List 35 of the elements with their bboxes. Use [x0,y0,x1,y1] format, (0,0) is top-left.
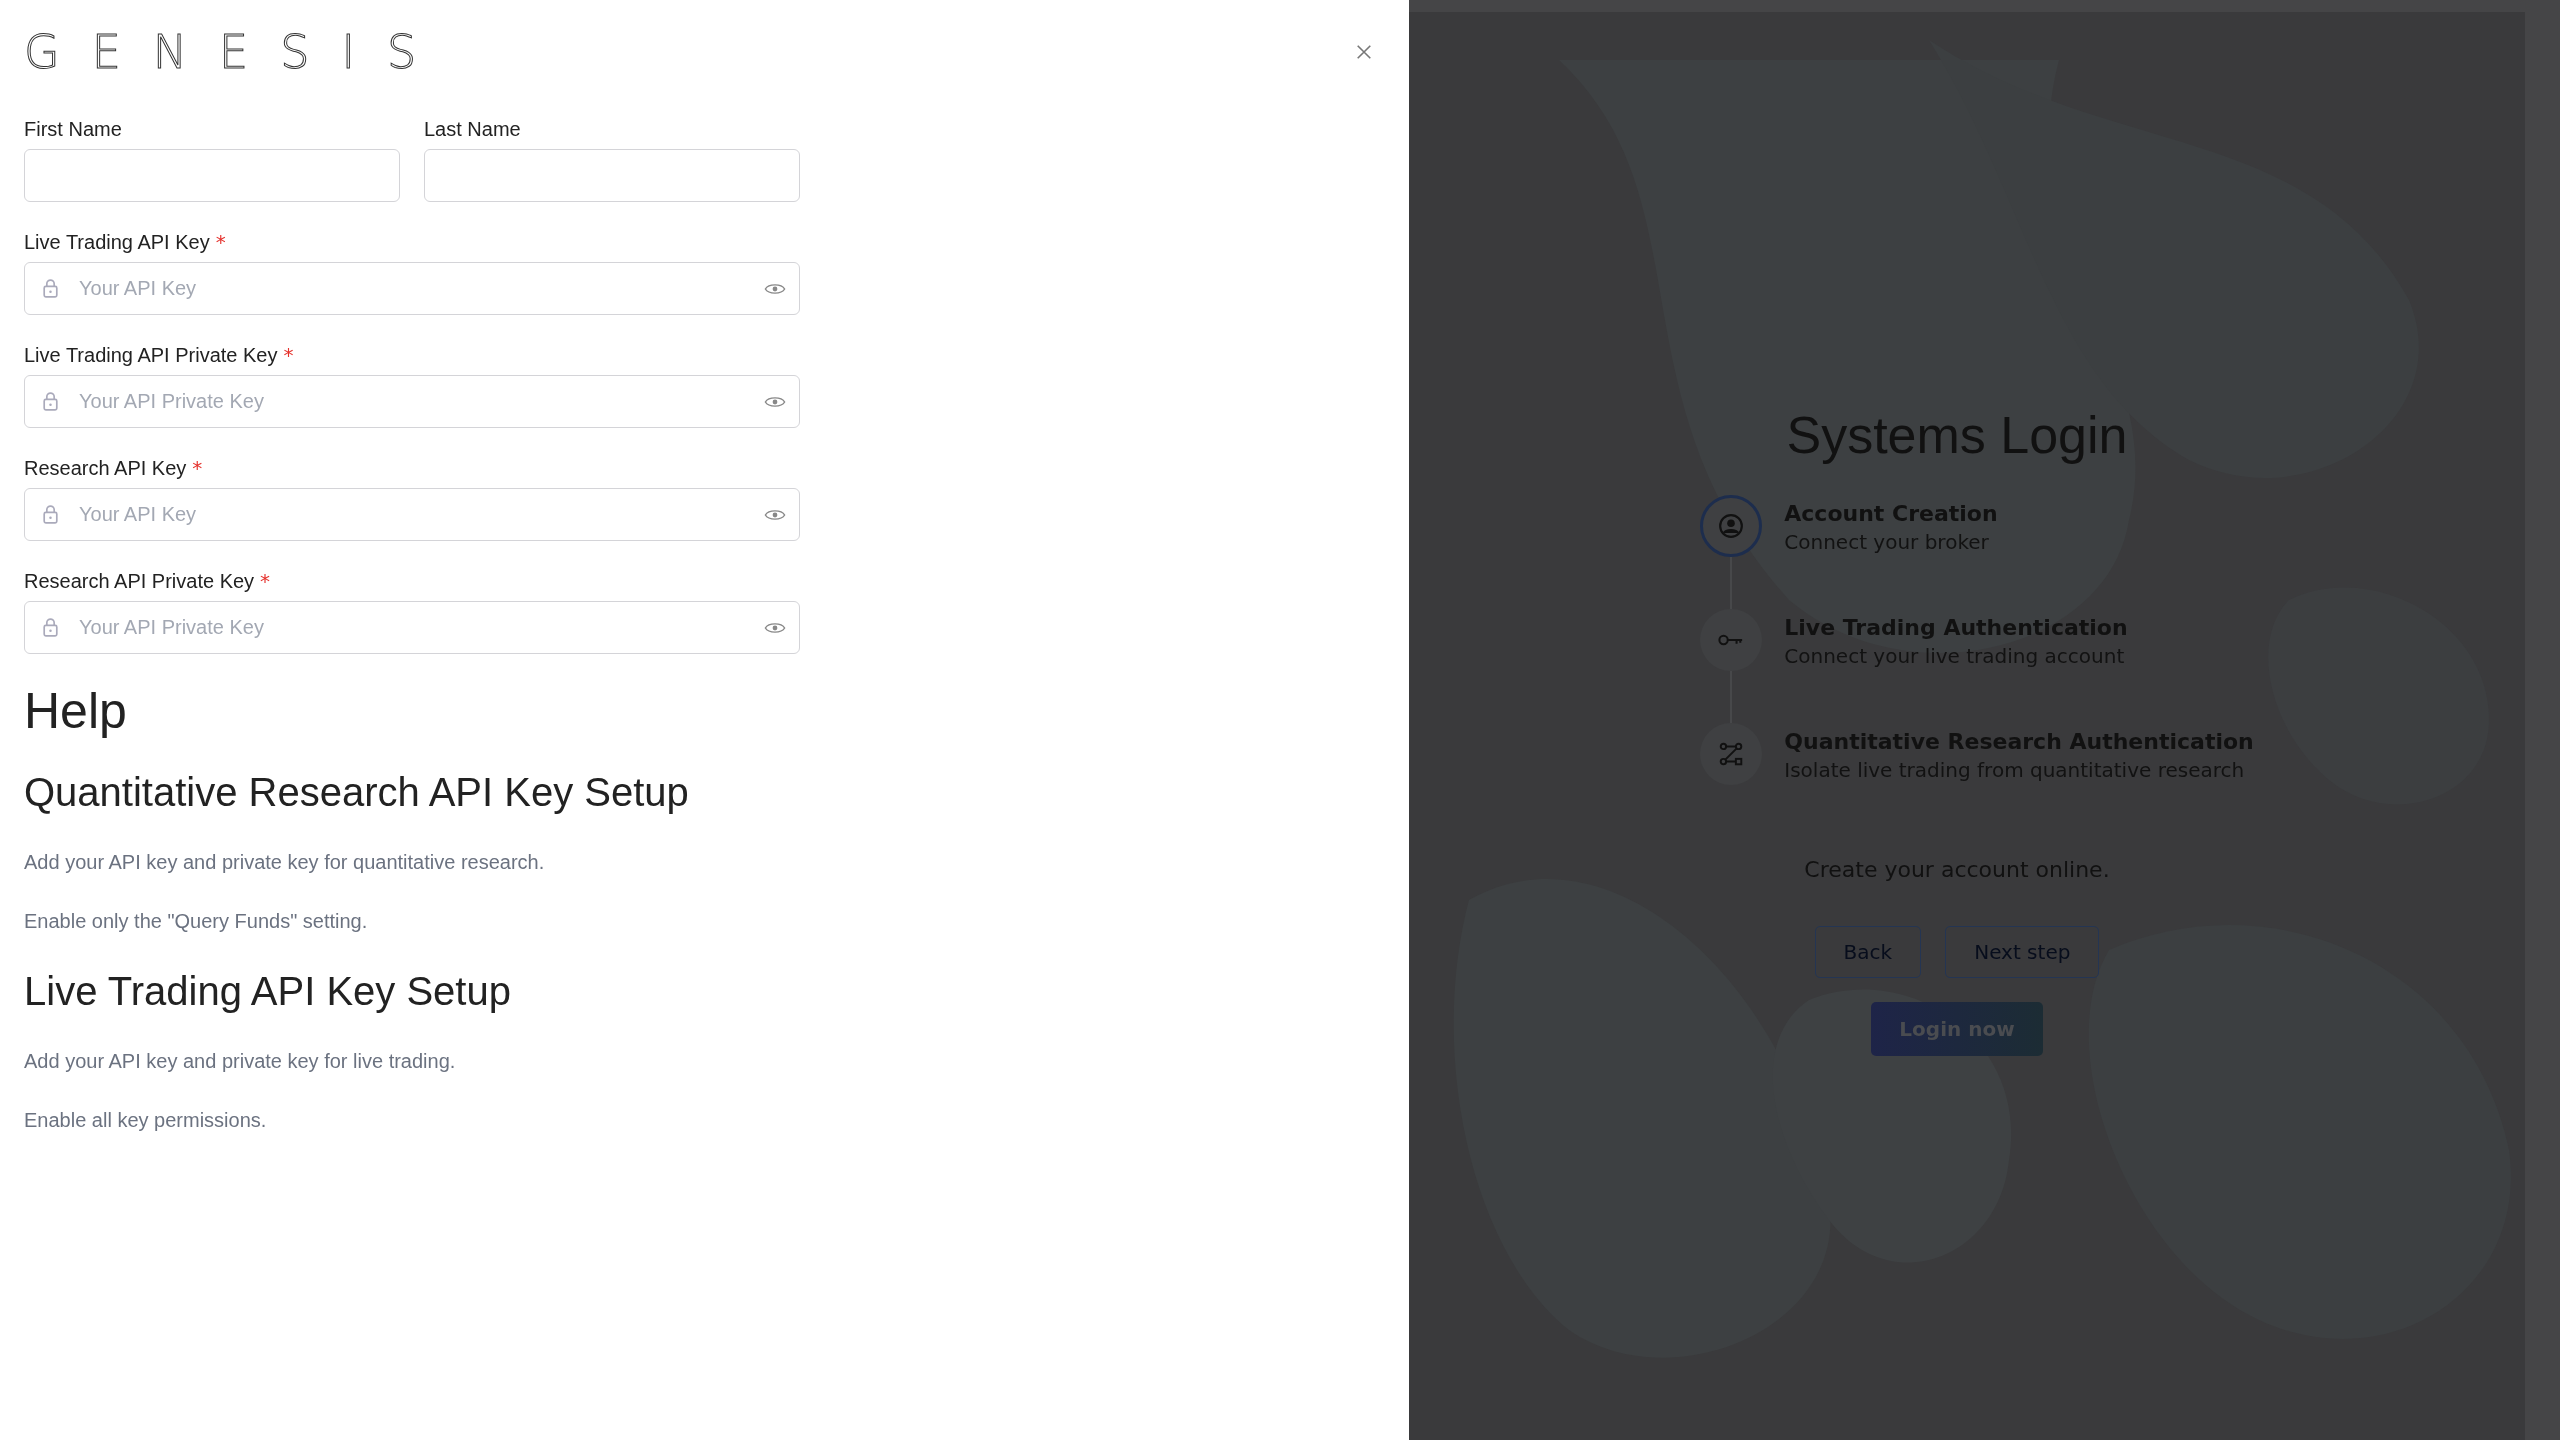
section-heading: Live Trading API Key Setup [24,969,512,1014]
lock-icon [42,391,59,412]
help-text: Add your API key and private key for quantitative research. [24,851,546,874]
help-title: Help [24,682,128,740]
help-text: Add your API key and private key for live trading. [24,1050,457,1073]
password-field[interactable]: Your API Key [24,262,800,315]
help-text: Enable only the "Query Funds" setting. [24,910,369,933]
field-label: Live Trading API Key [24,231,210,254]
eye-icon[interactable] [764,620,786,636]
logo: GENESIS [24,28,449,76]
required-mark: * [283,343,294,367]
lock-icon [42,278,59,299]
text-field[interactable] [424,149,800,202]
lock-icon [42,504,59,525]
required-mark: * [215,230,226,254]
text-field[interactable] [24,149,400,202]
eye-icon[interactable] [764,281,786,297]
field-label: First Name [24,118,123,141]
section-heading: Quantitative Research API Key Setup [24,770,690,815]
eye-icon[interactable] [764,507,786,523]
field-label: Research API Private Key [24,570,255,593]
user-icon [1718,513,1745,539]
password-field[interactable]: Your API Private Key [24,601,800,654]
eye-icon[interactable] [764,394,786,410]
required-mark: * [192,456,203,480]
field-label: Research API Key [24,457,187,480]
password-field[interactable]: Your API Private Key [24,375,800,428]
field-label: Last Name [424,118,522,141]
field-label: Live Trading API Private Key [24,344,278,367]
help-text: Enable all key permissions. [24,1109,268,1132]
route-icon [1718,741,1745,767]
close-icon[interactable] [1355,43,1373,61]
lock-icon [42,617,59,638]
password-field[interactable]: Your API Key [24,488,800,541]
required-mark: * [260,569,271,593]
